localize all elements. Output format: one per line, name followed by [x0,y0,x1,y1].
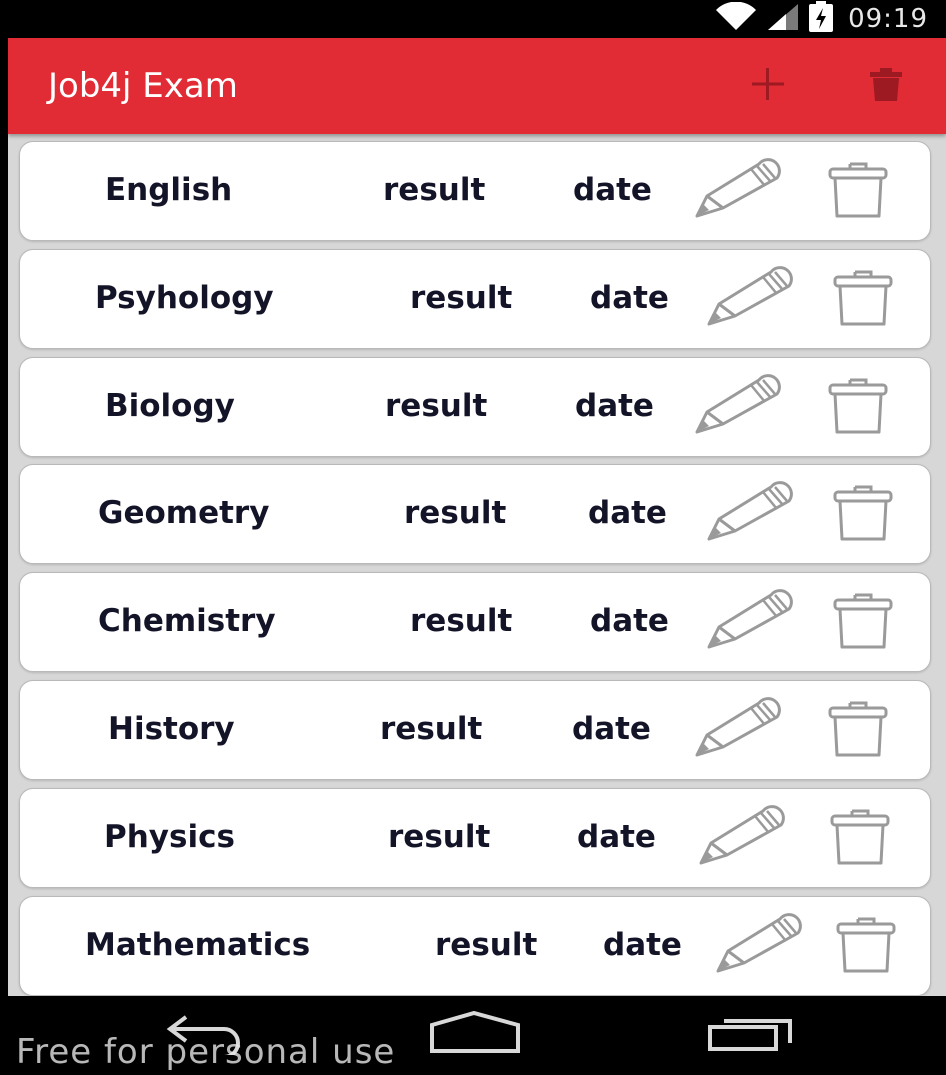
exam-name: Biology [105,388,235,424]
trash-icon [827,158,889,224]
exam-name: History [108,711,235,747]
trash-icon [835,913,897,979]
pencil-icon [697,805,787,871]
pencil-icon [693,374,783,440]
delete-exam-button[interactable] [825,803,895,873]
exam-name: English [105,172,233,208]
edit-exam-button[interactable] [704,264,796,334]
delete-exam-button[interactable] [823,156,893,226]
watermark-text: Free for personal use [16,1032,396,1072]
wifi-icon [714,1,758,36]
exam-date: date [572,711,651,747]
exam-row[interactable]: Physics result date [19,788,931,888]
exam-result: result [410,280,513,316]
edit-exam-button[interactable] [696,803,788,873]
exam-date: date [590,603,669,639]
app-bar: Job4j Exam [8,38,946,134]
exam-result: result [385,388,488,424]
status-time: 09:19 [848,4,928,34]
exam-date: date [577,819,656,855]
edit-exam-button[interactable] [692,695,784,765]
add-exam-button[interactable] [742,60,794,112]
app-screen: Job4j Exam English result date Psyhology res… [8,38,946,996]
trash-icon [827,374,889,440]
exam-row[interactable]: English result date [19,141,931,241]
delete-exam-button[interactable] [828,479,898,549]
edit-exam-button[interactable] [692,372,784,442]
delete-exam-button[interactable] [831,911,901,981]
edit-exam-button[interactable] [692,156,784,226]
exam-result: result [383,172,486,208]
exam-row[interactable]: Mathematics result date [19,896,931,996]
signal-icon [766,2,800,36]
exam-date: date [603,927,682,963]
exam-result: result [404,495,507,531]
exam-date: date [573,172,652,208]
delete-exam-button[interactable] [823,372,893,442]
recent-apps-icon [706,1013,796,1057]
trash-icon [832,481,894,547]
status-bar: 09:19 [0,0,946,38]
trash-icon [832,589,894,655]
recent-apps-button[interactable] [706,1010,796,1060]
pencil-icon [693,697,783,763]
pencil-icon [705,589,795,655]
app-title: Job4j Exam [48,66,238,106]
exam-date: date [590,280,669,316]
edit-exam-button[interactable] [713,911,805,981]
exam-row[interactable]: Geometry result date [19,464,931,564]
pencil-icon [705,481,795,547]
delete-exam-button[interactable] [823,695,893,765]
exam-result: result [435,927,538,963]
edit-exam-button[interactable] [704,479,796,549]
trash-icon [832,266,894,332]
home-icon [430,1010,520,1059]
exam-result: result [388,819,491,855]
home-button[interactable] [430,1010,520,1060]
exam-row[interactable]: Psyhology result date [19,249,931,349]
pencil-icon [705,266,795,332]
exam-name: Mathematics [85,927,311,963]
trash-icon [829,805,891,871]
trash-icon [868,66,904,106]
pencil-icon [714,913,804,979]
delete-exam-button[interactable] [828,587,898,657]
status-icons: 09:19 [714,1,928,37]
delete-exam-button[interactable] [828,264,898,334]
edit-exam-button[interactable] [704,587,796,657]
exam-name: Physics [104,819,235,855]
exam-name: Psyhology [95,280,274,316]
exam-date: date [588,495,667,531]
plus-icon [750,66,786,106]
exam-result: result [380,711,483,747]
exam-row[interactable]: Chemistry result date [19,572,931,672]
exam-result: result [410,603,513,639]
exam-name: Geometry [98,495,270,531]
delete-all-button[interactable] [860,60,912,112]
exam-row[interactable]: History result date [19,680,931,780]
exam-row[interactable]: Biology result date [19,357,931,457]
exam-date: date [575,388,654,424]
exam-name: Chemistry [98,603,276,639]
pencil-icon [693,158,783,224]
trash-icon [827,697,889,763]
battery-charging-icon [808,1,834,37]
